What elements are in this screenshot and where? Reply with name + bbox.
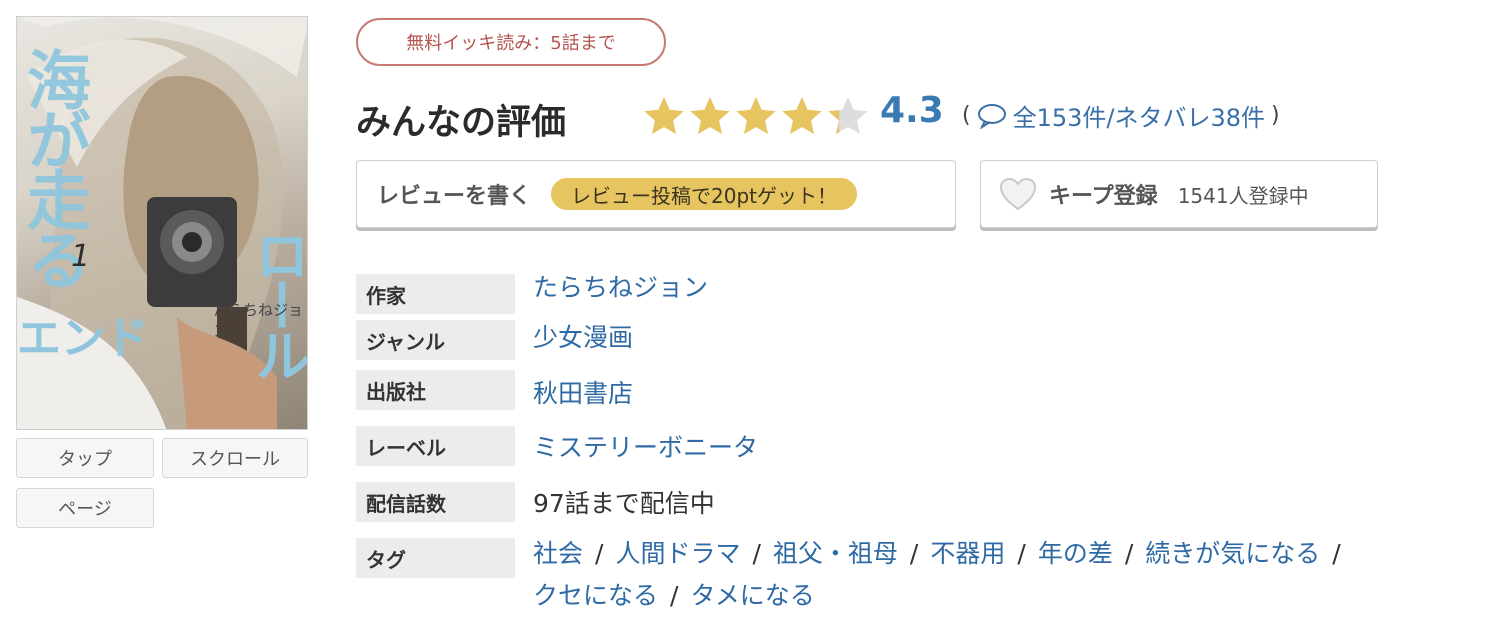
tag-separator: /	[1332, 539, 1341, 568]
star-icon	[736, 97, 776, 134]
publisher-label: 出版社	[356, 370, 515, 410]
tag-link[interactable]: 社会	[533, 539, 583, 568]
heart-icon	[999, 177, 1037, 211]
author-label: 作家	[356, 274, 515, 314]
cover-author: たらちねジョン	[213, 301, 304, 340]
free-read-badge: 無料イッキ読み：5話まで	[356, 18, 666, 66]
star-icon	[690, 97, 730, 134]
speech-bubble-icon	[977, 103, 1006, 129]
genre-label: ジャンル	[356, 320, 515, 360]
close-paren: )	[1271, 103, 1280, 128]
tag-separator: /	[670, 581, 679, 610]
star-icon	[828, 97, 868, 134]
tag-link[interactable]: 年の差	[1038, 539, 1113, 568]
tag-link[interactable]: クセになる	[533, 581, 658, 610]
keep-label: キープ登録	[1049, 184, 1158, 209]
keep-count: 1541人登録中	[1177, 183, 1309, 208]
author-link[interactable]: たらちねジョン	[533, 268, 708, 304]
cover-image[interactable]: 海が走る 1 エンド ロール たらちねジョン	[16, 16, 308, 430]
review-count-text: 全153件/ネタバレ38件	[1012, 104, 1266, 132]
tag-separator: /	[1124, 539, 1134, 568]
review-promo-pill: レビュー投稿で20ptゲット！	[551, 178, 858, 210]
view-tap-button[interactable]: タップ	[16, 438, 154, 478]
view-page-button[interactable]: ページ	[16, 488, 154, 528]
tag-separator: /	[1017, 539, 1026, 568]
tags-label: タグ	[356, 538, 515, 578]
tag-link[interactable]: 人間ドラマ	[615, 539, 740, 568]
tag-link[interactable]: 祖父・祖母	[773, 539, 898, 568]
tag-separator: /	[752, 539, 761, 568]
view-scroll-button[interactable]: スクロール	[162, 438, 308, 478]
genre-link[interactable]: 少女漫画	[533, 318, 633, 354]
tag-link[interactable]: 続きが気になる	[1145, 539, 1320, 568]
episodes-value: 97話まで配信中	[533, 489, 715, 518]
star-icon	[782, 97, 822, 134]
tags-row-2: クセになる / タメになる	[533, 576, 815, 612]
publisher-link[interactable]: 秋田書店	[533, 374, 633, 410]
rating-stars	[642, 94, 870, 138]
star-icon	[644, 97, 684, 134]
tag-link[interactable]: タメになる	[690, 581, 814, 610]
rating-title: みんなの評価	[356, 103, 567, 143]
tag-separator: /	[909, 539, 919, 568]
tag-link[interactable]: 不器用	[930, 539, 1005, 568]
write-review-label: レビューを書く	[377, 184, 532, 209]
review-count-link[interactable]: ( 全153件/ネタバレ38件 )	[962, 98, 1280, 133]
tags-row-1: 社会 / 人間ドラマ / 祖父・祖母 / 不器用 / 年の差 / 続きが気になる /	[533, 534, 1353, 570]
cover-volume: 1	[71, 239, 91, 274]
rating-score: 4.3	[880, 90, 944, 131]
label-label: レーベル	[356, 426, 515, 466]
cover-title-horizontal: エンド	[17, 313, 149, 364]
write-review-button[interactable]: レビューを書く レビュー投稿で20ptゲット！	[356, 160, 956, 228]
label-link[interactable]: ミステリーボニータ	[533, 428, 758, 464]
open-paren: (	[962, 103, 971, 128]
tag-separator: /	[595, 539, 604, 568]
episodes-label: 配信話数	[356, 482, 515, 522]
keep-button[interactable]: キープ登録 1541人登録中	[980, 160, 1378, 228]
